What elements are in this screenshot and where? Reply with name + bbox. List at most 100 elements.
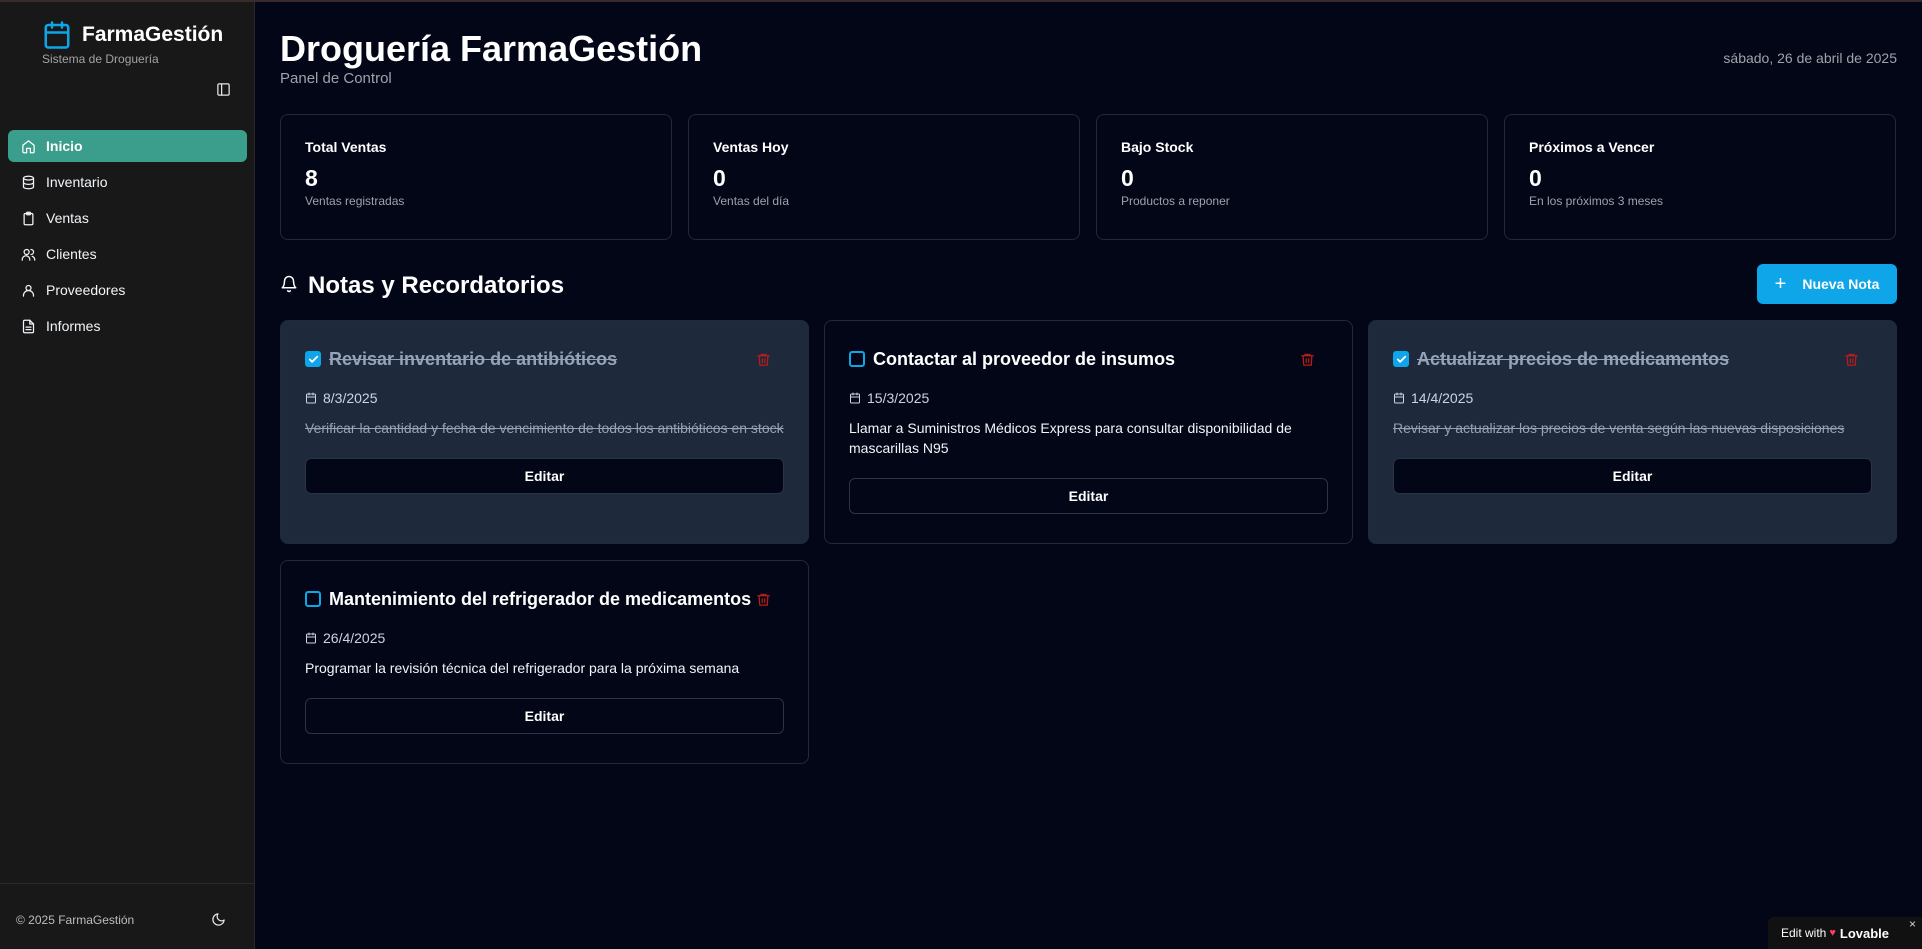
brand: FarmaGestión xyxy=(42,20,223,50)
note-header: Actualizar precios de medicamentos xyxy=(1393,349,1872,370)
new-note-label: Nueva Nota xyxy=(1802,276,1880,292)
note-body: Revisar y actualizar los precios de vent… xyxy=(1393,420,1845,436)
stat-description: En los próximos 3 meses xyxy=(1529,194,1664,208)
database-icon xyxy=(20,174,36,190)
stat-title: Próximos a Vencer xyxy=(1529,139,1655,155)
stat-value: 8 xyxy=(305,165,318,191)
brand-subtitle: Sistema de Droguería xyxy=(42,52,159,66)
sidebar: FarmaGestión Sistema de Droguería Inicio… xyxy=(0,2,255,949)
note-card: Mantenimiento del refrigerador de medica… xyxy=(280,560,809,764)
stat-description: Ventas del día xyxy=(713,194,790,208)
sidebar-item-inventario[interactable]: Inventario xyxy=(8,166,247,198)
page-subtitle: Panel de Control xyxy=(280,70,392,87)
stat-value: 0 xyxy=(713,165,726,191)
stat-value: 0 xyxy=(1121,165,1134,191)
edit-note-button[interactable]: Editar xyxy=(849,478,1328,514)
delete-note-button[interactable] xyxy=(1844,352,1860,368)
stat-title: Bajo Stock xyxy=(1121,139,1194,155)
note-date-text: 26/4/2025 xyxy=(323,630,386,646)
file-text-icon xyxy=(20,318,36,334)
note-checkbox[interactable] xyxy=(305,351,321,367)
note-title: Actualizar precios de medicamentos xyxy=(1417,349,1730,369)
check-icon xyxy=(1396,355,1406,363)
copyright: © 2025 FarmaGestión xyxy=(16,913,135,927)
panel-left-icon xyxy=(216,82,231,102)
edit-note-button[interactable]: Editar xyxy=(305,698,784,734)
delete-note-button[interactable] xyxy=(756,352,772,368)
sidebar-item-label: Ventas xyxy=(46,210,89,226)
brand-name: FarmaGestión xyxy=(82,23,224,46)
theme-toggle-button[interactable] xyxy=(211,912,227,928)
check-icon xyxy=(308,355,318,363)
sidebar-toggle-button[interactable] xyxy=(213,82,233,102)
edit-note-button[interactable]: Editar xyxy=(1393,458,1872,494)
home-icon xyxy=(20,138,36,154)
sidebar-item-label: Proveedores xyxy=(46,282,126,298)
note-checkbox[interactable] xyxy=(849,351,865,367)
calendar-icon xyxy=(42,20,72,50)
trash-icon xyxy=(1845,353,1858,366)
calendar-icon xyxy=(306,392,316,404)
stat-title: Ventas Hoy xyxy=(713,139,789,155)
edit-note-button[interactable]: Editar xyxy=(305,458,784,494)
stat-card-total-ventas: Total Ventas 8 Ventas registradas xyxy=(280,114,672,240)
calendar-icon xyxy=(1394,392,1404,404)
sidebar-item-ventas[interactable]: Ventas xyxy=(8,202,247,234)
calendar-icon xyxy=(306,632,316,644)
delete-note-button[interactable] xyxy=(1300,352,1316,368)
stat-description: Productos a reponer xyxy=(1121,194,1230,208)
badge-prefix: Edit with xyxy=(1781,926,1827,940)
sidebar-item-clientes[interactable]: Clientes xyxy=(8,238,247,270)
note-checkbox[interactable] xyxy=(305,591,321,607)
note-card: Contactar al proveedor de insumos 15/3/2… xyxy=(824,320,1353,544)
window-top-border xyxy=(0,0,1922,2)
calendar-icon xyxy=(850,392,860,404)
moon-icon xyxy=(211,913,226,931)
sidebar-item-label: Clientes xyxy=(46,246,97,262)
stat-title: Total Ventas xyxy=(305,139,387,155)
sidebar-item-label: Inicio xyxy=(46,138,83,154)
stat-card-ventas-hoy: Ventas Hoy 0 Ventas del día xyxy=(688,114,1080,240)
stat-value: 0 xyxy=(1529,165,1542,191)
note-date: 15/3/2025 xyxy=(849,390,1328,406)
note-date: 8/3/2025 xyxy=(305,390,784,406)
note-date-text: 15/3/2025 xyxy=(867,390,930,406)
current-date: sábado, 26 de abril de 2025 xyxy=(1723,50,1897,66)
edit-with-lovable-badge[interactable]: Edit with ♥ Lovable × xyxy=(1768,917,1922,949)
plus-icon: + xyxy=(1774,273,1787,295)
stat-card-proximos-vencer: Próximos a Vencer 0 En los próximos 3 me… xyxy=(1504,114,1896,240)
note-body: Verificar la cantidad y fecha de vencimi… xyxy=(305,420,784,436)
users-icon xyxy=(20,246,36,262)
close-badge-button[interactable]: × xyxy=(1909,917,1916,931)
clipboard-icon xyxy=(20,210,36,226)
sidebar-item-label: Inventario xyxy=(46,174,108,190)
user-icon xyxy=(20,282,36,298)
note-checkbox[interactable] xyxy=(1393,351,1409,367)
sidebar-item-proveedores[interactable]: Proveedores xyxy=(8,274,247,306)
stat-description: Ventas registradas xyxy=(305,194,405,208)
sidebar-nav: Inicio Inventario Ventas Clientes Provee… xyxy=(8,130,247,346)
note-header: Mantenimiento del refrigerador de medica… xyxy=(305,589,784,610)
note-header: Revisar inventario de antibióticos xyxy=(305,349,784,370)
notes-title: Notas y Recordatorios xyxy=(308,272,565,299)
new-note-button[interactable]: + Nueva Nota xyxy=(1757,264,1897,304)
heart-icon: ♥ xyxy=(1829,927,1836,939)
bell-icon xyxy=(280,275,298,298)
notes-header: Notas y Recordatorios xyxy=(280,272,564,300)
note-body: Llamar a Suministros Médicos Express par… xyxy=(849,420,1292,456)
trash-icon xyxy=(757,353,770,366)
note-card: Actualizar precios de medicamentos 14/4/… xyxy=(1368,320,1897,544)
delete-note-button[interactable] xyxy=(756,592,772,608)
trash-icon xyxy=(1301,353,1314,366)
trash-icon xyxy=(757,593,770,606)
sidebar-item-informes[interactable]: Informes xyxy=(8,310,247,342)
sidebar-item-inicio[interactable]: Inicio xyxy=(8,130,247,162)
note-date-text: 14/4/2025 xyxy=(1411,390,1474,406)
stats-row: Total Ventas 8 Ventas registradas Ventas… xyxy=(280,114,1897,240)
note-title: Mantenimiento del refrigerador de medica… xyxy=(329,589,752,609)
note-date: 14/4/2025 xyxy=(1393,390,1872,406)
page-title: Droguería FarmaGestión xyxy=(280,28,703,69)
note-header: Contactar al proveedor de insumos xyxy=(849,349,1328,370)
sidebar-footer: © 2025 FarmaGestión xyxy=(0,883,254,949)
stat-card-bajo-stock: Bajo Stock 0 Productos a reponer xyxy=(1096,114,1488,240)
